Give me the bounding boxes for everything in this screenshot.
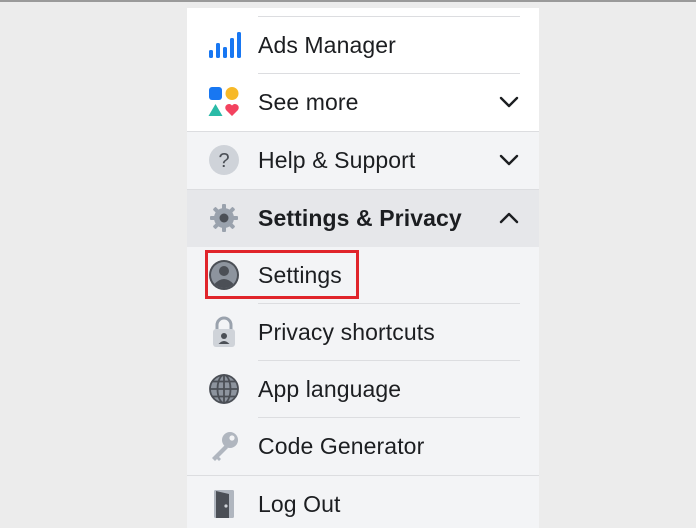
chevron-down-icon (499, 154, 519, 166)
lock-icon (207, 315, 241, 349)
chevron-up-icon (499, 212, 519, 224)
menu-item-help-support[interactable]: ? Help & Support (187, 132, 539, 189)
menu-item-label: Settings & Privacy (258, 205, 462, 231)
shapes-icon (207, 85, 241, 119)
menu-item-log-out[interactable]: Log Out (187, 476, 539, 528)
menu-item-settings-privacy[interactable]: Settings & Privacy (187, 190, 539, 247)
menu-item-app-language[interactable]: App language (187, 361, 539, 418)
gear-icon (207, 201, 241, 235)
menu-item-privacy-shortcuts[interactable]: Privacy shortcuts (187, 304, 539, 361)
globe-icon (207, 372, 241, 406)
window-top-border (0, 0, 696, 2)
menu-item-code-generator[interactable]: Code Generator (187, 418, 539, 475)
menu-item-label: Ads Manager (258, 32, 396, 58)
settings-highlight-box (205, 250, 359, 299)
menu-item-label: Privacy shortcuts (258, 319, 435, 345)
menu-item-ads-manager[interactable]: Ads Manager (187, 17, 539, 74)
menu-item-see-more[interactable]: See more (187, 74, 539, 131)
door-icon (207, 487, 241, 521)
menu-item-label: Code Generator (258, 433, 425, 459)
chevron-down-icon (499, 96, 519, 108)
menu-item-label: See more (258, 89, 359, 115)
menu-item-label: Log Out (258, 491, 341, 517)
question-icon: ? (207, 143, 241, 177)
key-icon (207, 429, 241, 463)
menu-item-label: Help & Support (258, 147, 416, 173)
menu-item-label: App language (258, 376, 402, 402)
bar-chart-icon (207, 28, 241, 62)
svg-text:?: ? (218, 150, 229, 172)
